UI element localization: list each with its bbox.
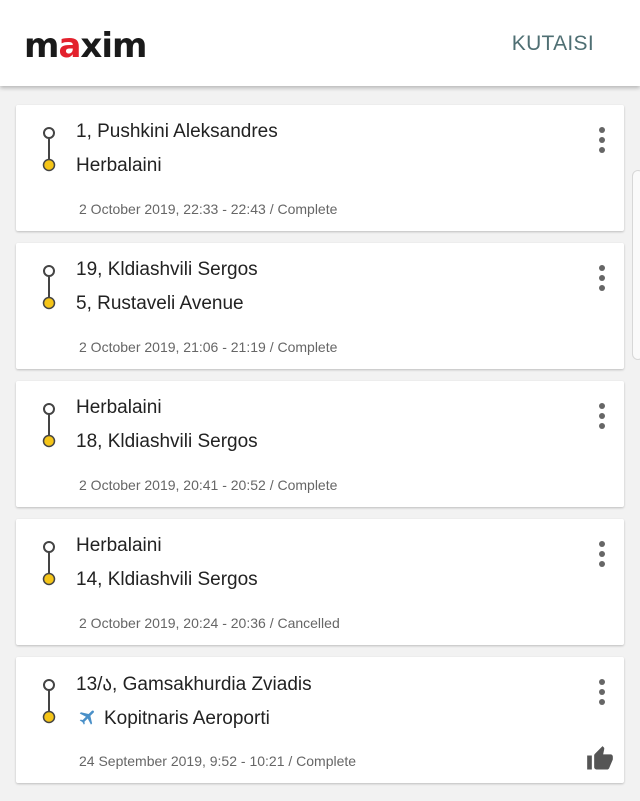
trip-to-address: Kopitnaris Aeroporti	[104, 708, 270, 729]
trip-card[interactable]: 1, Pushkini Aleksandres Herbalaini 2 Oct…	[16, 105, 624, 231]
trip-date-status: 2 October 2019, 20:41 - 20:52 / Complete	[79, 477, 338, 493]
trip-date-status: 24 September 2019, 9:52 - 10:21 / Comple…	[79, 753, 357, 769]
trip-to-address-row: Kopitnaris Aeroporti	[76, 707, 270, 730]
trip-date-status: 2 October 2019, 21:06 - 21:19 / Complete	[79, 339, 338, 355]
more-options-icon[interactable]	[596, 541, 608, 571]
route-icon	[42, 127, 56, 172]
trip-from-address: Herbalaini	[76, 397, 162, 418]
more-options-icon[interactable]	[596, 265, 608, 295]
trip-to-address: Herbalaini	[76, 155, 162, 176]
trip-card[interactable]: 19, Kldiashvili Sergos 5, Rustaveli Aven…	[16, 243, 624, 369]
trip-date-status: 2 October 2019, 20:24 - 20:36 / Cancelle…	[79, 615, 340, 631]
trip-list: 1, Pushkini Aleksandres Herbalaini 2 Oct…	[16, 105, 624, 795]
route-icon	[42, 403, 56, 448]
trip-date-status: 2 October 2019, 22:33 - 22:43 / Complete	[79, 201, 338, 217]
more-options-icon[interactable]	[596, 403, 608, 433]
trip-card[interactable]: Herbalaini 18, Kldiashvili Sergos 2 Octo…	[16, 381, 624, 507]
app-header: maxim KUTAISI	[0, 0, 640, 86]
trip-from-address: 19, Kldiashvili Sergos	[76, 259, 258, 280]
side-scroll-handle[interactable]	[632, 170, 640, 360]
thumbs-up-icon[interactable]	[586, 745, 614, 773]
trip-to-address: 18, Kldiashvili Sergos	[76, 431, 258, 452]
more-options-icon[interactable]	[596, 679, 608, 709]
trip-card[interactable]: 13/ა, Gamsakhurdia Zviadis Kopitnaris Ae…	[16, 657, 624, 783]
city-selector[interactable]: KUTAISI	[512, 32, 594, 56]
trip-from-address: Herbalaini	[76, 535, 162, 556]
route-icon	[42, 265, 56, 310]
trip-from-address: 13/ა, Gamsakhurdia Zviadis	[76, 674, 312, 695]
trip-card[interactable]: Herbalaini 14, Kldiashvili Sergos 2 Octo…	[16, 519, 624, 645]
maxim-logo: maxim	[24, 26, 147, 66]
trip-to-address: 14, Kldiashvili Sergos	[76, 569, 258, 590]
trip-to-address: 5, Rustaveli Avenue	[76, 293, 244, 314]
airplane-icon	[79, 710, 94, 725]
more-options-icon[interactable]	[596, 127, 608, 157]
route-icon	[42, 541, 56, 586]
route-icon	[42, 679, 56, 724]
trip-from-address: 1, Pushkini Aleksandres	[76, 121, 278, 142]
